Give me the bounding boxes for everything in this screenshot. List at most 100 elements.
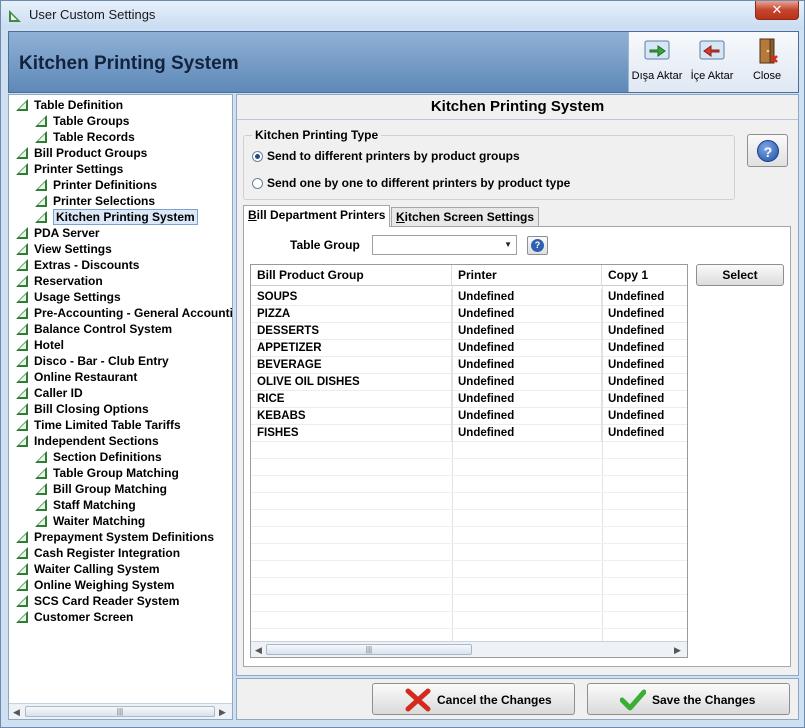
tree-item[interactable]: Section Definitions (34, 449, 162, 465)
tree-item[interactable]: Waiter Matching (34, 513, 145, 529)
scroll-left-icon[interactable]: ◀ (13, 707, 20, 718)
column-header[interactable]: Printer (452, 265, 602, 286)
import-button[interactable]: İçe Aktar (684, 34, 740, 90)
grid-cell[interactable]: SOUPS (251, 289, 452, 306)
tree-item[interactable]: View Settings (15, 241, 112, 257)
scroll-right-icon[interactable]: ▶ (674, 645, 681, 656)
tree-item[interactable]: PDA Server (15, 225, 100, 241)
grid-cell[interactable]: Undefined (602, 391, 687, 408)
tree-item[interactable]: SCS Card Reader System (15, 593, 179, 609)
grid-cell[interactable]: Undefined (602, 323, 687, 340)
tree-item[interactable]: Balance Control System (15, 321, 172, 337)
radio-by-product-groups[interactable]: Send to different printers by product gr… (252, 149, 520, 163)
tree-item[interactable]: Reservation (15, 273, 103, 289)
grid-cell[interactable]: DESSERTS (251, 323, 452, 340)
tree-item[interactable]: Hotel (15, 337, 64, 353)
tree-item-label: Usage Settings (34, 290, 121, 304)
tree-item[interactable]: Caller ID (15, 385, 83, 401)
export-label: Dışa Aktar (631, 70, 683, 82)
tree-item[interactable]: Extras - Discounts (15, 257, 139, 273)
radio-by-product-type[interactable]: Send one by one to different printers by… (252, 176, 570, 190)
table-group-dropdown[interactable]: ▼ (372, 235, 517, 255)
grid-cell[interactable]: FISHES (251, 425, 452, 442)
grid-cell[interactable]: PIZZA (251, 306, 452, 323)
tree-item[interactable]: Time Limited Table Tariffs (15, 417, 181, 433)
checkmark-icon (620, 689, 646, 711)
grid-cell[interactable]: Undefined (602, 425, 687, 442)
grid-cell[interactable]: Undefined (602, 408, 687, 425)
cancel-changes-button[interactable]: Cancel the Changes (372, 683, 575, 715)
tree-item[interactable]: Prepayment System Definitions (15, 529, 214, 545)
close-button[interactable]: Close (739, 34, 795, 90)
grid-cell[interactable]: Undefined (602, 374, 687, 391)
cancel-x-icon (405, 688, 431, 712)
grid-cell[interactable]: BEVERAGE (251, 357, 452, 374)
grid-cell[interactable]: Undefined (452, 425, 602, 442)
tree-item[interactable]: Pre-Accounting - General Accounting (15, 305, 232, 321)
grid-cell[interactable]: Undefined (602, 357, 687, 374)
grid-cell[interactable]: OLIVE OIL DISHES (251, 374, 452, 391)
tree-node-icon (35, 499, 47, 511)
grid-cell[interactable]: Undefined (452, 374, 602, 391)
scroll-right-icon[interactable]: ▶ (219, 707, 226, 718)
tree-item[interactable]: Online Restaurant (15, 369, 137, 385)
column-header[interactable]: Bill Product Group (251, 265, 452, 286)
grid-cell[interactable]: KEBABS (251, 408, 452, 425)
scrollbar-thumb[interactable]: ||| (25, 706, 215, 717)
tree-item[interactable]: Table Group Matching (34, 465, 179, 481)
tree-node-icon (16, 387, 28, 399)
grid-cell[interactable]: Undefined (452, 391, 602, 408)
tree-item[interactable]: Table Records (34, 129, 135, 145)
tree-item[interactable]: Printer Settings (15, 161, 123, 177)
scroll-left-icon[interactable]: ◀ (255, 645, 262, 656)
radio-label: Send one by one to different printers by… (267, 176, 571, 190)
window-close-button[interactable]: ✕ (755, 1, 799, 20)
tree-item-label: Hotel (34, 338, 64, 352)
tab-kitchen-screen-settings[interactable]: Kitchen Screen Settings (391, 207, 540, 227)
tree-item[interactable]: Bill Group Matching (34, 481, 167, 497)
table-group-help-button[interactable]: ? (527, 236, 548, 255)
tree-item-label: Independent Sections (34, 434, 159, 448)
grid-cell[interactable]: Undefined (602, 306, 687, 323)
tree-item[interactable]: Kitchen Printing System (34, 209, 198, 225)
grid-cell[interactable]: Undefined (452, 306, 602, 323)
tree-item[interactable]: Printer Selections (34, 193, 155, 209)
tree-item[interactable]: Cash Register Integration (15, 545, 180, 561)
tree-node-icon (16, 419, 28, 431)
tree-item[interactable]: Table Groups (34, 113, 129, 129)
tree-item[interactable]: Table Definition (15, 97, 123, 113)
tab-bill-department-printers[interactable]: Bill Department Printers (243, 205, 391, 227)
tree-item[interactable]: Usage Settings (15, 289, 121, 305)
grid-cell[interactable]: APPETIZER (251, 340, 452, 357)
tree-item[interactable]: Online Weighing System (15, 577, 174, 593)
action-bar: Cancel the Changes Save the Changes (236, 678, 799, 720)
export-button[interactable]: Dışa Aktar (629, 34, 685, 90)
grid-cell[interactable]: RICE (251, 391, 452, 408)
save-changes-button[interactable]: Save the Changes (587, 683, 790, 715)
grid-cell[interactable]: Undefined (452, 357, 602, 374)
tree-horizontal-scrollbar[interactable]: ◀ ||| ▶ (9, 703, 232, 719)
tree-item[interactable]: Bill Product Groups (15, 145, 147, 161)
tree-item[interactable]: Customer Screen (15, 609, 133, 625)
tree-node-icon (16, 243, 28, 255)
tree-item[interactable]: Independent Sections (15, 433, 159, 449)
help-button[interactable]: ? (747, 134, 788, 167)
grid-cell[interactable]: Undefined (452, 340, 602, 357)
grid-cell[interactable]: Undefined (602, 340, 687, 357)
title-bar: User Custom Settings ✕ (1, 1, 804, 29)
tree-item[interactable]: Bill Closing Options (15, 401, 149, 417)
tree-item-label: Staff Matching (53, 498, 136, 512)
grid-cell[interactable]: Undefined (452, 289, 602, 306)
scrollbar-thumb[interactable]: ||| (266, 644, 472, 655)
table-group-label: Table Group (290, 238, 360, 252)
grid-cell[interactable]: Undefined (452, 323, 602, 340)
tree-item[interactable]: Waiter Calling System (15, 561, 160, 577)
select-button[interactable]: Select (696, 264, 784, 286)
grid-cell[interactable]: Undefined (452, 408, 602, 425)
column-header[interactable]: Copy 1 (602, 265, 687, 286)
grid-cell[interactable]: Undefined (602, 289, 687, 306)
grid-horizontal-scrollbar[interactable]: ◀ ||| ▶ (251, 641, 687, 657)
tree-item[interactable]: Staff Matching (34, 497, 136, 513)
tree-item[interactable]: Disco - Bar - Club Entry (15, 353, 169, 369)
tree-item[interactable]: Printer Definitions (34, 177, 157, 193)
